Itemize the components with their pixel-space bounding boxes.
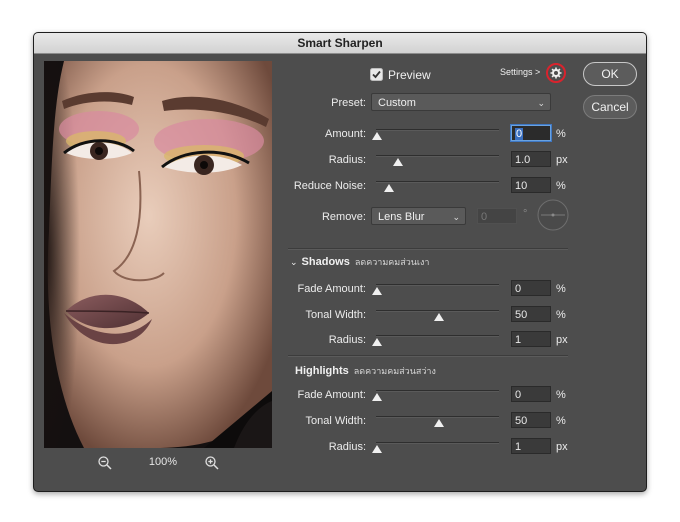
highlights-tonal-unit: % — [556, 415, 566, 427]
shadows-subtitle: ลดความคมส่วนเงา — [354, 257, 430, 267]
highlights-fade-slider-thumb[interactable] — [372, 393, 382, 401]
slider-track — [376, 129, 499, 131]
highlights-fade-input[interactable]: 0 — [511, 386, 551, 402]
zoom-in-icon[interactable] — [204, 455, 220, 471]
highlights-tonal-input[interactable]: 50 — [511, 412, 551, 428]
radius-input[interactable]: 1.0 — [511, 151, 551, 167]
highlights-fade-label: Fade Amount: — [297, 389, 367, 401]
settings-label[interactable]: Settings > — [500, 67, 540, 77]
slider-track — [376, 181, 499, 183]
shadows-tonal-unit: % — [556, 309, 566, 321]
amount-slider-thumb[interactable] — [372, 132, 382, 140]
highlights-radius-label: Radius: — [328, 441, 366, 453]
divider — [288, 355, 568, 357]
highlights-tonal-slider-thumb[interactable] — [433, 419, 444, 427]
smart-sharpen-dialog: Smart Sharpen 100% Preview Settings > OK… — [33, 32, 647, 492]
angle-input: 0 — [477, 208, 517, 224]
zoom-out-icon[interactable] — [97, 455, 113, 471]
radius-unit: px — [556, 154, 568, 166]
ok-button[interactable]: OK — [583, 62, 637, 86]
preview-label: Preview — [388, 68, 431, 82]
radius-slider-thumb[interactable] — [392, 158, 403, 166]
shadows-radius-slider-thumb[interactable] — [372, 338, 382, 346]
slider-track — [376, 155, 499, 157]
highlights-tonal-label: Tonal Width: — [305, 415, 366, 427]
remove-value: Lens Blur — [378, 211, 425, 223]
slider-track — [376, 284, 499, 286]
angle-dial-icon — [537, 199, 569, 231]
slider-track — [376, 442, 499, 444]
amount-input[interactable]: 0 — [511, 125, 551, 141]
highlights-fade-unit: % — [556, 389, 566, 401]
shadows-tonal-input[interactable]: 50 — [511, 306, 551, 322]
preset-value: Custom — [378, 97, 416, 109]
zoom-level: 100% — [148, 456, 178, 468]
remove-select[interactable]: Lens Blur ⌄ — [371, 207, 466, 225]
reduce-noise-label: Reduce Noise: — [293, 180, 366, 192]
chevron-down-icon: ⌄ — [452, 212, 460, 222]
settings-gear-button[interactable] — [546, 63, 566, 83]
amount-label: Amount: — [325, 128, 366, 140]
reduce-noise-slider-thumb[interactable] — [384, 184, 395, 192]
slider-track — [376, 390, 499, 392]
preview-image[interactable] — [44, 61, 272, 448]
gear-icon — [550, 67, 562, 79]
chevron-down-icon: ⌄ — [537, 98, 545, 108]
reduce-noise-input[interactable]: 10 — [511, 177, 551, 193]
zoom-bar: 100% — [44, 453, 272, 473]
slider-track — [376, 416, 499, 418]
portrait-photo — [44, 61, 272, 448]
highlights-subtitle: ลดความคมส่วนสว่าง — [353, 366, 436, 376]
preset-select[interactable]: Custom ⌄ — [371, 93, 551, 111]
highlights-title: Highlights — [295, 365, 349, 377]
cancel-button[interactable]: Cancel — [583, 95, 637, 119]
shadows-heading[interactable]: ⌄ Shadows ลดความคมส่วนเงา — [290, 255, 429, 269]
remove-label: Remove: — [321, 211, 366, 223]
shadows-radius-unit: px — [556, 334, 568, 346]
radius-label: Radius: — [328, 154, 366, 166]
shadows-radius-input[interactable]: 1 — [511, 331, 551, 347]
amount-unit: % — [556, 128, 566, 140]
window-title: Smart Sharpen — [34, 33, 646, 54]
highlights-radius-unit: px — [556, 441, 568, 453]
slider-track — [376, 310, 499, 312]
checkbox-checked-icon — [370, 68, 383, 81]
amount-value: 0 — [515, 128, 524, 140]
shadows-tonal-slider-thumb[interactable] — [433, 313, 444, 321]
divider — [288, 248, 568, 250]
shadows-radius-label: Radius: — [328, 334, 366, 346]
shadows-fade-unit: % — [556, 283, 566, 295]
highlights-heading[interactable]: Highlights ลดความคมส่วนสว่าง — [295, 364, 436, 378]
reduce-noise-unit: % — [556, 180, 566, 192]
highlights-radius-input[interactable]: 1 — [511, 438, 551, 454]
shadows-fade-label: Fade Amount: — [297, 283, 367, 295]
shadows-title: Shadows — [301, 256, 350, 268]
preview-checkbox[interactable]: Preview — [370, 67, 440, 83]
shadows-fade-slider-thumb[interactable] — [372, 287, 382, 295]
highlights-radius-slider-thumb[interactable] — [372, 445, 382, 453]
angle-unit: ° — [523, 208, 528, 220]
chevron-down-icon: ⌄ — [290, 257, 298, 267]
shadows-fade-input[interactable]: 0 — [511, 280, 551, 296]
slider-track — [376, 335, 499, 337]
preset-label: Preset: — [331, 97, 366, 109]
shadows-tonal-label: Tonal Width: — [305, 309, 366, 321]
